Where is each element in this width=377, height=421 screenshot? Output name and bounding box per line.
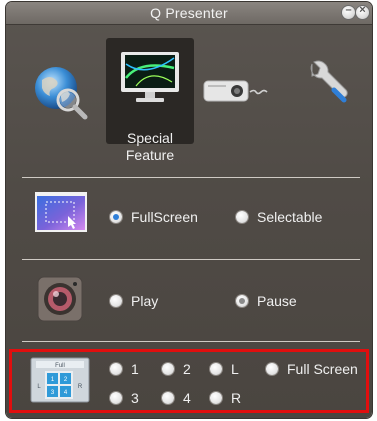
window-title: Q Presenter: [150, 5, 228, 21]
divider: [22, 177, 360, 178]
pause-option[interactable]: Pause: [236, 293, 297, 309]
camera-lens-icon: [36, 275, 84, 328]
globe-icon: [35, 67, 88, 120]
minimize-icon: –: [345, 4, 352, 16]
special-feature-caption: Special Feature: [98, 130, 202, 164]
caption-line-2: Feature: [125, 147, 175, 163]
selectable-option[interactable]: Selectable: [236, 209, 322, 225]
q-presenter-window: Q Presenter – × Special Feature FullScre…: [6, 2, 372, 418]
wrench-icon: [310, 60, 348, 103]
divider: [22, 341, 360, 342]
fullscreen-option[interactable]: FullScreen: [110, 209, 198, 225]
selectable-label: Selectable: [257, 209, 323, 225]
playback-row: Play Pause: [6, 267, 372, 339]
play-label: Play: [131, 293, 159, 309]
fullscreen-radio[interactable]: [110, 211, 122, 223]
screen-area-icon: [34, 190, 88, 239]
projector-tool-button[interactable]: [202, 72, 272, 108]
close-button[interactable]: ×: [356, 4, 369, 19]
pause-label: Pause: [257, 293, 297, 309]
highlight-box: [9, 349, 369, 413]
special-feature-button[interactable]: [106, 38, 194, 144]
settings-tool-button[interactable]: [298, 54, 358, 114]
projector-icon: [203, 80, 268, 102]
feature-toolbar: Special Feature: [6, 24, 372, 174]
divider: [22, 259, 360, 260]
pause-radio[interactable]: [236, 295, 248, 307]
play-option[interactable]: Play: [110, 293, 158, 309]
selectable-radio[interactable]: [236, 211, 248, 223]
monitor-icon: [121, 52, 179, 102]
play-radio[interactable]: [110, 295, 122, 307]
globe-tool-button[interactable]: [30, 62, 92, 124]
caption-line-1: Special: [127, 130, 173, 146]
minimize-button[interactable]: –: [342, 4, 355, 19]
capture-mode-row: FullScreen Selectable: [6, 185, 372, 255]
fullscreen-label: FullScreen: [131, 209, 198, 225]
title-bar[interactable]: Q Presenter – ×: [6, 2, 372, 25]
close-icon: ×: [359, 4, 366, 16]
